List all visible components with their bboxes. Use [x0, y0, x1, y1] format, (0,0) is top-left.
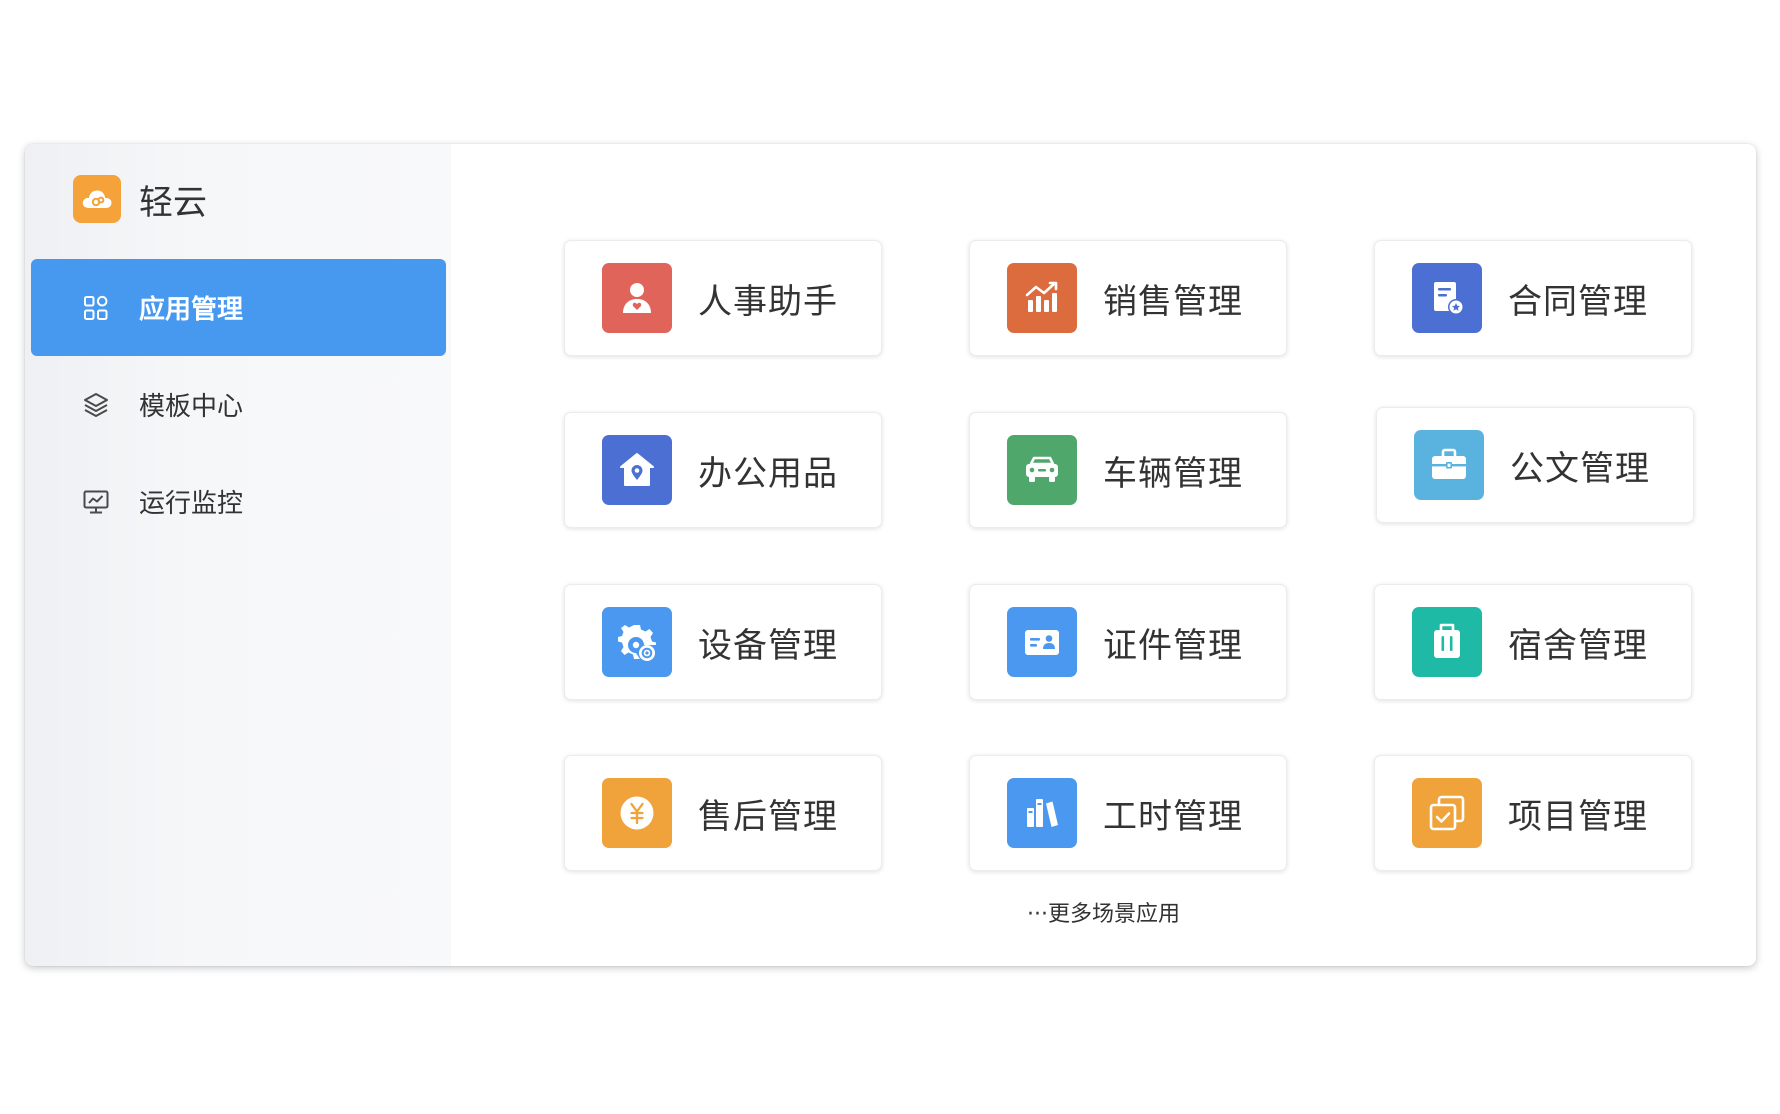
app-card-document[interactable]: 公文管理 — [1376, 407, 1694, 523]
briefcase-icon — [1414, 430, 1484, 500]
app-card-label: 宿舍管理 — [1508, 625, 1648, 666]
sidebar-item-label: 应用管理 — [139, 295, 244, 325]
app-card-contract[interactable]: 合同管理 — [1374, 240, 1692, 356]
app-card-label: 车辆管理 — [1103, 453, 1243, 494]
sidebar: 轻云 应用管理 模板中心 运行监控 — [25, 144, 451, 966]
sidebar-item-label: 运行监控 — [139, 489, 244, 519]
app-card-label: 项目管理 — [1508, 796, 1648, 837]
sidebar-item-template-center[interactable]: 模板中心 — [31, 356, 446, 453]
books-icon — [1007, 778, 1077, 848]
sidebar-item-run-monitor[interactable]: 运行监控 — [31, 453, 446, 550]
app-card-label: 人事助手 — [698, 281, 838, 322]
checklist-icon — [1412, 778, 1482, 848]
sidebar-item-label: 模板中心 — [139, 392, 244, 422]
app-card-equipment[interactable]: 设备管理 — [564, 584, 882, 700]
house-pin-icon — [602, 435, 672, 505]
layers-icon — [81, 390, 111, 420]
gear-search-icon — [602, 607, 672, 677]
id-card-icon — [1007, 607, 1077, 677]
monitor-icon — [81, 487, 111, 517]
grid-apps-icon — [81, 293, 111, 323]
app-card-label: 工时管理 — [1103, 796, 1243, 837]
app-card-label: 证件管理 — [1103, 625, 1243, 666]
app-card-dormitory[interactable]: 宿舍管理 — [1374, 584, 1692, 700]
brand: 轻云 — [73, 174, 207, 224]
yen-coin-icon — [602, 778, 672, 848]
person-icon — [602, 263, 672, 333]
app-card-label: 售后管理 — [698, 796, 838, 837]
app-card-work-hours[interactable]: 工时管理 — [969, 755, 1287, 871]
contract-icon — [1412, 263, 1482, 333]
sidebar-nav: 应用管理 模板中心 运行监控 — [31, 259, 446, 550]
app-card-certificate[interactable]: 证件管理 — [969, 584, 1287, 700]
app-card-label: 公文管理 — [1510, 448, 1650, 489]
app-card-label: 设备管理 — [698, 625, 838, 666]
app-card-project[interactable]: 项目管理 — [1374, 755, 1692, 871]
brand-name: 轻云 — [139, 182, 207, 223]
app-window: 轻云 应用管理 模板中心 运行监控 人事助手 销售管理 合同管理 办公用品 车辆… — [25, 144, 1756, 966]
app-card-label: 合同管理 — [1508, 281, 1648, 322]
luggage-icon — [1412, 607, 1482, 677]
app-card-after-sales[interactable]: 售后管理 — [564, 755, 882, 871]
app-card-office-supplies[interactable]: 办公用品 — [564, 412, 882, 528]
app-grid: 人事助手 销售管理 合同管理 办公用品 车辆管理 公文管理 设备管理 证件管理 … — [451, 144, 1756, 966]
app-card-hr-assistant[interactable]: 人事助手 — [564, 240, 882, 356]
app-card-label: 办公用品 — [698, 453, 838, 494]
sidebar-item-app-management[interactable]: 应用管理 — [31, 259, 446, 356]
chart-up-icon — [1007, 263, 1077, 333]
car-icon — [1007, 435, 1077, 505]
app-card-vehicle[interactable]: 车辆管理 — [969, 412, 1287, 528]
more-scenario-apps-link[interactable]: ···更多场景应用 — [451, 896, 1756, 928]
app-card-sales[interactable]: 销售管理 — [969, 240, 1287, 356]
cloud-icon — [73, 175, 121, 223]
app-card-label: 销售管理 — [1103, 281, 1243, 322]
